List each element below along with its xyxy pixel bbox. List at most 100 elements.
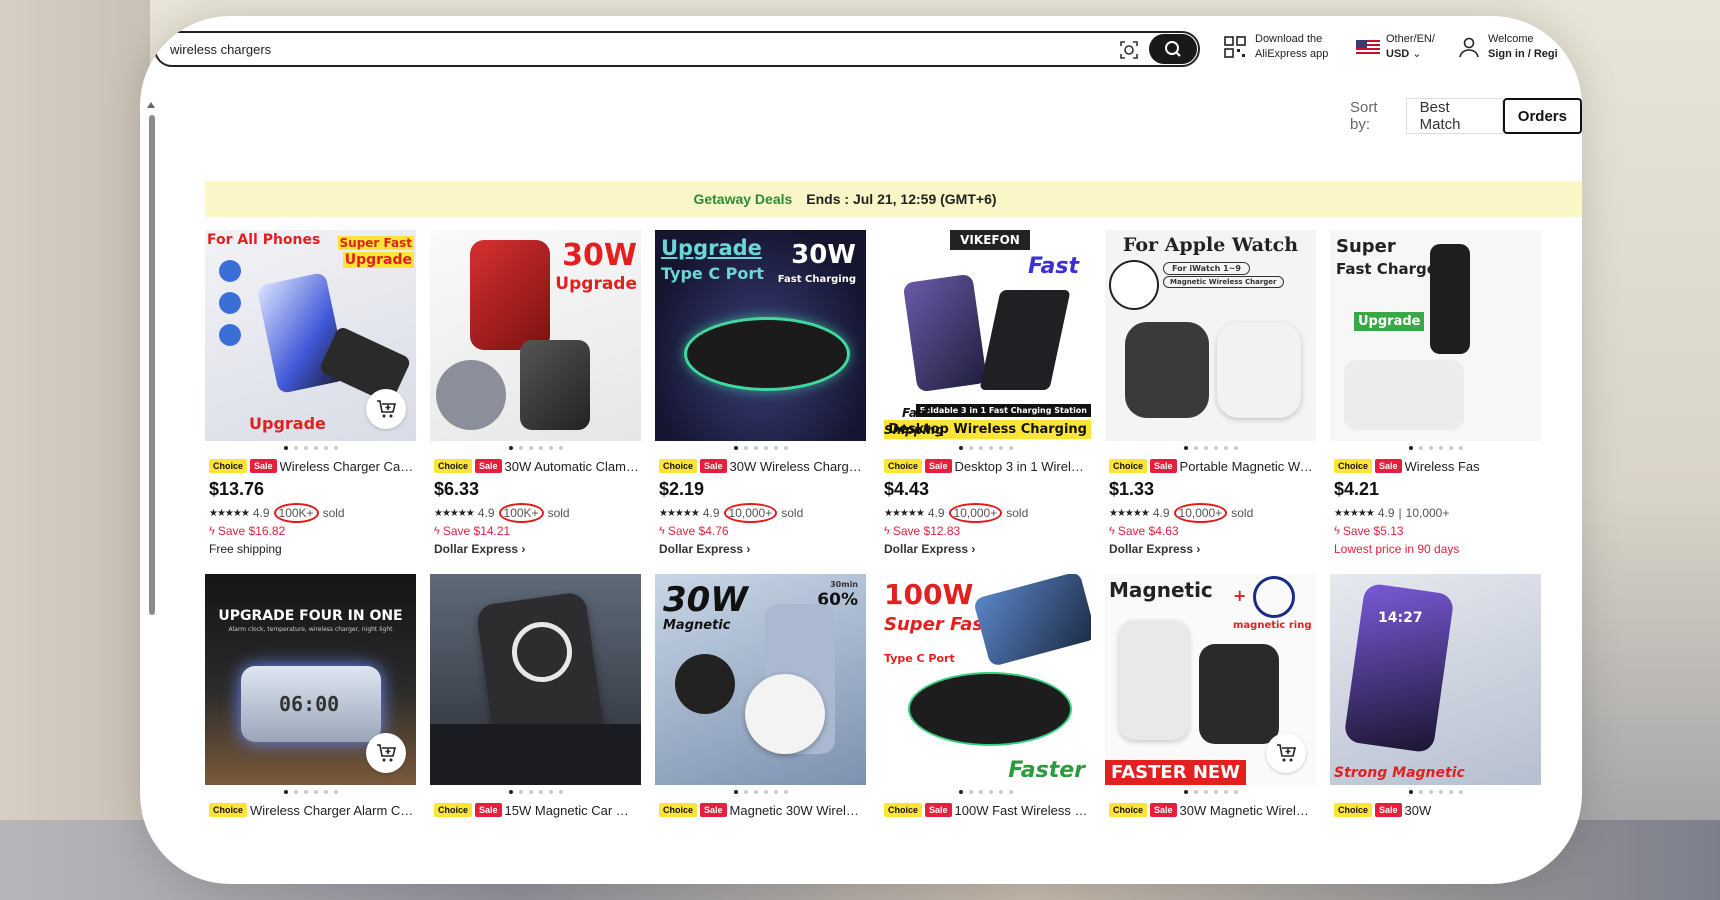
dollar-express-link[interactable]: Dollar Express ›	[430, 542, 641, 558]
product-card[interactable]: Super Fast Charger Upgrade Choice Sale Wir…	[1330, 230, 1541, 558]
image-caption: Upgrade	[661, 236, 762, 260]
product-title[interactable]: Wireless Charger Car Au...	[280, 459, 416, 474]
product-card[interactable]: Choice Sale 15W Magnetic Car Wire...	[430, 574, 641, 818]
product-title[interactable]: Portable Magnetic Watc...	[1180, 459, 1316, 474]
image-carousel-dots[interactable]	[655, 790, 866, 796]
sold-count: 100K+	[498, 503, 544, 523]
product-card[interactable]: Magnetic + magnetic ring FASTER NEW Choi…	[1105, 574, 1316, 818]
choice-badge: Choice	[659, 459, 698, 473]
rating-value: 4.9	[1152, 506, 1170, 520]
product-image[interactable]: UPGRADE FOUR IN ONE Alarm clock, tempera…	[205, 574, 416, 785]
product-card[interactable]: 14:27 Strong Magnetic Choice Sale 30W	[1330, 574, 1541, 818]
account-menu[interactable]: Welcome Sign in / Regi	[1458, 32, 1558, 62]
product-card[interactable]: For All Phones Super Fast Upgrade Upgrad…	[205, 230, 416, 558]
rating-value: 4.9	[702, 506, 720, 520]
product-title[interactable]: Magnetic 30W Wireless...	[730, 803, 866, 818]
search-input[interactable]: wireless chargers	[170, 42, 271, 57]
sign-in-link[interactable]: Sign in / Regi	[1488, 48, 1558, 60]
product-title[interactable]: 30W Automatic Clampi...	[505, 459, 641, 474]
product-card[interactable]: 30W Magnetic 30min 60% Choice Sale Magneti…	[655, 574, 866, 818]
product-price: $2.19	[659, 479, 705, 499]
magnetic-ring-graphic	[1253, 576, 1295, 618]
product-title[interactable]: Wireless Charger Alarm Cloc...	[250, 803, 416, 818]
image-carousel-dots[interactable]	[655, 446, 866, 452]
image-caption: 30W	[791, 240, 856, 270]
scrollbar-thumb[interactable]	[149, 115, 155, 615]
choice-badge: Choice	[1334, 459, 1373, 473]
image-caption: Strong Magnetic	[1334, 765, 1465, 781]
product-image[interactable]: Super Fast Charger Upgrade	[1330, 230, 1541, 441]
image-carousel-dots[interactable]	[880, 790, 1091, 796]
dollar-express-link[interactable]: Dollar Express ›	[880, 542, 1091, 558]
product-image[interactable]: For Apple Watch For iWatch 1~9 Magnetic …	[1105, 230, 1316, 441]
image-caption: 30W	[663, 580, 748, 620]
image-caption: Fast	[1028, 254, 1079, 279]
product-card[interactable]: VIKEFON Fast Foldable 3 in 1 Fast Chargi…	[880, 230, 1091, 558]
product-image[interactable]: 100W Super Fast Type C Port Faster	[880, 574, 1091, 785]
language-currency-selector[interactable]: Other/EN/ USD ⌄	[1356, 32, 1435, 62]
download-app-link[interactable]: Download the AliExpress app	[1223, 32, 1328, 62]
add-to-cart-button[interactable]	[366, 389, 406, 429]
charger-pad-graphic	[687, 320, 847, 388]
product-card[interactable]: 30W Upgrade Choice Sale 30W Automatic Clam…	[430, 230, 641, 558]
image-carousel-dots[interactable]	[880, 446, 1091, 452]
image-carousel-dots[interactable]	[430, 446, 641, 452]
image-caption: Upgrade	[1354, 312, 1425, 331]
product-title[interactable]: 30W Magnetic Wireless...	[1180, 803, 1316, 818]
background-blur	[0, 0, 150, 900]
star-rating-icon: ★★★★★	[1109, 507, 1150, 519]
search-bar[interactable]: wireless chargers	[154, 31, 1200, 67]
add-to-cart-button[interactable]	[366, 733, 406, 773]
search-button[interactable]	[1149, 34, 1197, 64]
image-caption: Super Fast	[337, 236, 414, 250]
dollar-express-link[interactable]: Dollar Express ›	[1105, 542, 1316, 558]
sale-badge: Sale	[1375, 803, 1402, 817]
deals-banner[interactable]: Getaway Deals Ends : Jul 21, 12:59 (GMT+…	[205, 181, 1582, 217]
rating-value: 4.9	[927, 506, 945, 520]
product-image[interactable]: 30W Upgrade	[430, 230, 641, 441]
image-caption: Upgrade	[342, 252, 414, 268]
product-card[interactable]: UPGRADE FOUR IN ONE Alarm clock, tempera…	[205, 574, 416, 818]
sort-orders[interactable]: Orders	[1502, 98, 1582, 134]
image-caption: Magnetic Wireless Charger	[1163, 276, 1284, 288]
sort-best-match[interactable]: Best Match	[1405, 98, 1503, 134]
product-image[interactable]: 30W Magnetic 30min 60%	[655, 574, 866, 785]
image-caption: 100W	[884, 578, 974, 611]
dollar-express-label: Dollar Express	[434, 542, 519, 556]
product-image[interactable]: 14:27 Strong Magnetic	[1330, 574, 1541, 785]
product-image[interactable]: VIKEFON Fast Foldable 3 in 1 Fast Chargi…	[880, 230, 1091, 441]
product-image[interactable]: Upgrade Type C Port 30W Fast Charging	[655, 230, 866, 441]
product-image[interactable]	[430, 574, 641, 785]
product-image[interactable]: For All Phones Super Fast Upgrade Upgrad…	[205, 230, 416, 441]
product-image[interactable]: Magnetic + magnetic ring FASTER NEW	[1105, 574, 1316, 785]
image-caption: For iWatch 1~9	[1163, 262, 1250, 275]
save-amount: Save $16.82	[217, 523, 286, 538]
product-title[interactable]: 30W	[1405, 803, 1432, 818]
save-amount: Save $5.13	[1342, 523, 1404, 538]
image-carousel-dots[interactable]	[1330, 790, 1541, 796]
image-carousel-dots[interactable]	[430, 790, 641, 796]
image-carousel-dots[interactable]	[205, 790, 416, 796]
product-card[interactable]: Upgrade Type C Port 30W Fast Charging Ch…	[655, 230, 866, 558]
product-card[interactable]: 100W Super Fast Type C Port Faster Choic…	[880, 574, 1091, 818]
sold-count: 10,000+	[948, 503, 1003, 523]
product-title[interactable]: 100W Fast Wireless Cha...	[955, 803, 1091, 818]
cart-plus-icon	[377, 744, 397, 762]
choice-badge: Choice	[659, 803, 698, 817]
image-caption: Foldable 3 in 1 Fast Charging Station	[915, 404, 1091, 417]
charger-dark-graphic	[675, 654, 735, 714]
product-title[interactable]: 30W Wireless Charger F...	[730, 459, 866, 474]
dollar-express-link[interactable]: Dollar Express ›	[655, 542, 866, 558]
product-card[interactable]: For Apple Watch For iWatch 1~9 Magnetic …	[1105, 230, 1316, 558]
image-search-icon[interactable]	[1118, 39, 1140, 61]
product-title[interactable]: Wireless Fas	[1405, 459, 1480, 474]
product-title[interactable]: 15W Magnetic Car Wire...	[505, 803, 641, 818]
product-title[interactable]: Desktop 3 in 1 Wireless ...	[955, 459, 1091, 474]
image-caption: Super	[1336, 236, 1396, 257]
scroll-up-arrow[interactable]	[147, 102, 155, 108]
image-carousel-dots[interactable]	[1330, 446, 1541, 452]
image-carousel-dots[interactable]	[1105, 790, 1316, 796]
image-carousel-dots[interactable]	[1105, 446, 1316, 452]
add-to-cart-button[interactable]	[1266, 733, 1306, 773]
image-carousel-dots[interactable]	[205, 446, 416, 452]
